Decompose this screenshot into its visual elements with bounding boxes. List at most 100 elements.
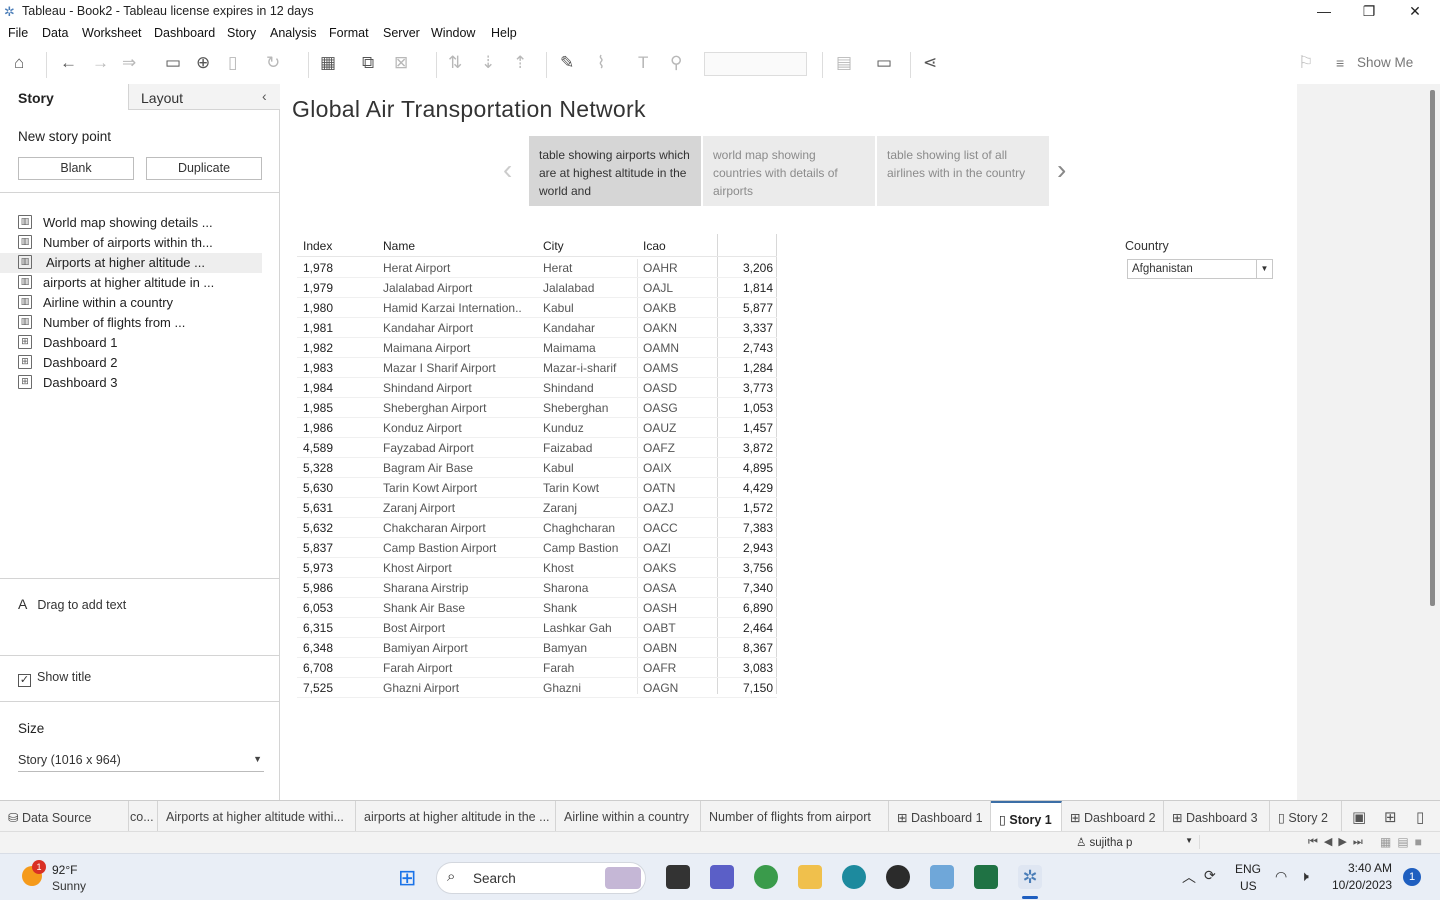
collapse-pane-icon[interactable]: ‹ [262,88,267,104]
labels-icon[interactable]: T [638,53,648,73]
new-story-icon[interactable]: ▯ [1416,808,1424,826]
table-row[interactable]: 1,979 Jalalabad Airport Jalalabad OAJL 1,814 [297,278,777,298]
header-index[interactable]: Index [303,239,332,253]
page-nav-icons[interactable]: ⏮◀▶⏭ [1308,835,1369,849]
redo-icon[interactable]: → [92,53,109,73]
menu-data[interactable]: Data [42,26,68,40]
sheet-tab-dashboard-3[interactable]: ⊞ Dashboard 3 [1164,801,1270,832]
clear-sheet-icon[interactable]: ⊠ [394,53,408,73]
restore-icon[interactable]: ❐ [1346,0,1392,22]
table-row[interactable]: 6,053 Shank Air Base Shank OASH 6,890 [297,598,777,618]
minimize-icon[interactable]: — [1301,0,1347,22]
table-row[interactable]: 5,328 Bagram Air Base Kabul OAIX 4,895 [297,458,777,478]
table-row[interactable]: 7,525 Ghazni Airport Ghazni OAGN 7,150 [297,678,777,698]
view-mode-icons[interactable]: ▦▤■ [1380,835,1428,849]
table-row[interactable]: 5,631 Zaranj Airport Zaranj OAZJ 1,572 [297,498,777,518]
swap-icon[interactable]: ⇅ [448,53,462,73]
table-row[interactable]: 5,632 Chakcharan Airport Chaghcharan OACC 7,… [297,518,777,538]
table-row[interactable]: 6,315 Bost Airport Lashkar Gah OABT 2,464 [297,618,777,638]
sheet-tab[interactable]: Airline within a country [556,801,701,832]
undo-icon[interactable]: ← [60,53,77,73]
next-story-point-icon[interactable]: › [1057,154,1066,186]
table-row[interactable]: 5,630 Tarin Kowt Airport Tarin Kowt OATN 4,4… [297,478,777,498]
table-row[interactable]: 1,984 Shindand Airport Shindand OASD 3,773 [297,378,777,398]
table-row[interactable]: 1,978 Herat Airport Herat OAHR 3,206 [297,258,777,278]
clock-time[interactable]: 3:40 AM [1348,861,1392,875]
size-select[interactable]: Story (1016 x 964) ▼ [18,750,264,772]
wifi-icon[interactable]: ◠ [1275,868,1287,885]
menu-window[interactable]: Window [431,26,475,40]
story-point-2[interactable]: world map showing countries with details… [703,136,875,206]
replay-icon[interactable]: ⇒ [122,53,136,73]
header-city[interactable]: City [543,239,564,253]
sort-ascending-icon[interactable]: ⇣ [481,53,495,73]
windows-start-icon[interactable]: ⊞ [398,865,416,891]
refresh-icon[interactable]: ↻ [266,53,280,73]
sheet-tab-dashboard-2[interactable]: ⊞ Dashboard 2 [1062,801,1164,832]
tab-layout[interactable]: Layout [128,84,280,110]
table-row[interactable]: 5,837 Camp Bastion Airport Camp Bastion OAZ… [297,538,777,558]
menu-worksheet[interactable]: Worksheet [82,26,142,40]
show-me-button[interactable]: Show Me [1357,55,1413,70]
teams-chat-icon[interactable] [710,865,734,889]
language-indicator[interactable]: ENG [1235,862,1261,876]
speaker-muted-icon[interactable]: 🕨 [1300,868,1309,885]
sheet-item-selected[interactable]: ▥ Airports at higher altitude ... [0,253,262,273]
table-row[interactable]: 6,348 Bamiyan Airport Bamyan OABN 8,367 [297,638,777,658]
paste-icon[interactable]: ▯ [228,53,237,73]
sheet-item[interactable]: ▥ Airline within a country [18,293,280,313]
sheet-tab[interactable]: Airports at higher altitude withi... [158,801,356,832]
highlight-icon[interactable]: ✎ [560,53,574,73]
show-title-checkbox[interactable]: ✓ Show title [18,670,91,687]
table-row[interactable]: 5,986 Sharana Airstrip Sharona OASA 7,340 [297,578,777,598]
group-icon[interactable]: ⌇ [597,53,605,73]
duplicate-sheet-icon[interactable]: ⧉ [362,53,374,73]
tab-data-source[interactable]: ⛁ Data Source [0,801,129,832]
story-point-1[interactable]: table showing airports which are at high… [529,136,701,206]
table-row[interactable]: 6,708 Farah Airport Farah OAFR 3,083 [297,658,777,678]
chrome-icon[interactable] [754,865,778,889]
country-select[interactable]: Afghanistan ▼ [1127,259,1273,279]
sheet-item[interactable]: ⊞ Dashboard 3 [18,373,280,393]
menu-file[interactable]: File [8,26,28,40]
clock-date[interactable]: 10/20/2023 [1332,878,1392,892]
format-painter-icon[interactable]: ⚐ [1298,53,1313,73]
sheet-item[interactable]: ▥ World map showing details ... [18,213,280,233]
blank-button[interactable]: Blank [18,157,134,180]
task-view-icon[interactable] [666,865,690,889]
table-row[interactable]: 1,982 Maimana Airport Maimama OAMN 2,743 [297,338,777,358]
save-icon[interactable]: ▭ [165,53,181,73]
sheet-item[interactable]: ⊞ Dashboard 1 [18,333,280,353]
presentation-mode-icon[interactable]: ▭ [876,53,892,73]
sort-descending-icon[interactable]: ⇡ [513,53,527,73]
table-row[interactable]: 1,983 Mazar I Sharif Airport Mazar-i-shari… [297,358,777,378]
fit-select[interactable] [704,52,807,76]
new-datasource-icon[interactable]: ⊕ [196,53,210,73]
sheet-tab-story-2[interactable]: ▯ Story 2 [1270,801,1342,832]
duplicate-button[interactable]: Duplicate [146,157,262,180]
edge-icon[interactable] [842,865,866,889]
sheet-tab-dashboard-1[interactable]: ⊞ Dashboard 1 [889,801,991,832]
table-row[interactable]: 1,981 Kandahar Airport Kandahar OAKN 3,337 [297,318,777,338]
show-cards-icon[interactable]: ▤ [836,53,852,73]
sync-icon[interactable]: ⟳ [1204,867,1216,884]
table-row[interactable]: 5,973 Khost Airport Khost OAKS 3,756 [297,558,777,578]
sheet-item[interactable]: ▥ Number of airports within th... [18,233,280,253]
menu-dashboard[interactable]: Dashboard [154,26,215,40]
home-icon[interactable]: ⌂ [14,53,24,73]
header-name[interactable]: Name [383,239,415,253]
chevron-up-icon[interactable]: ︿ [1182,867,1196,887]
close-icon[interactable]: ✕ [1392,0,1438,22]
menu-format[interactable]: Format [329,26,369,40]
app-icon[interactable] [930,865,954,889]
vertical-scrollbar[interactable] [1430,90,1435,606]
pin-icon[interactable]: ⚲ [670,53,682,73]
menu-analysis[interactable]: Analysis [270,26,317,40]
share-icon[interactable]: ⋖ [923,53,937,73]
media-player-icon[interactable] [886,865,910,889]
menu-server[interactable]: Server [383,26,420,40]
sheet-item[interactable]: ▥ Number of flights from ... [18,313,280,333]
notification-badge[interactable]: 1 [1403,868,1421,886]
table-row[interactable]: 1,980 Hamid Karzai Internation.. Kabul OAKB… [297,298,777,318]
tableau-taskbar-icon[interactable]: ✲ [1018,865,1042,889]
